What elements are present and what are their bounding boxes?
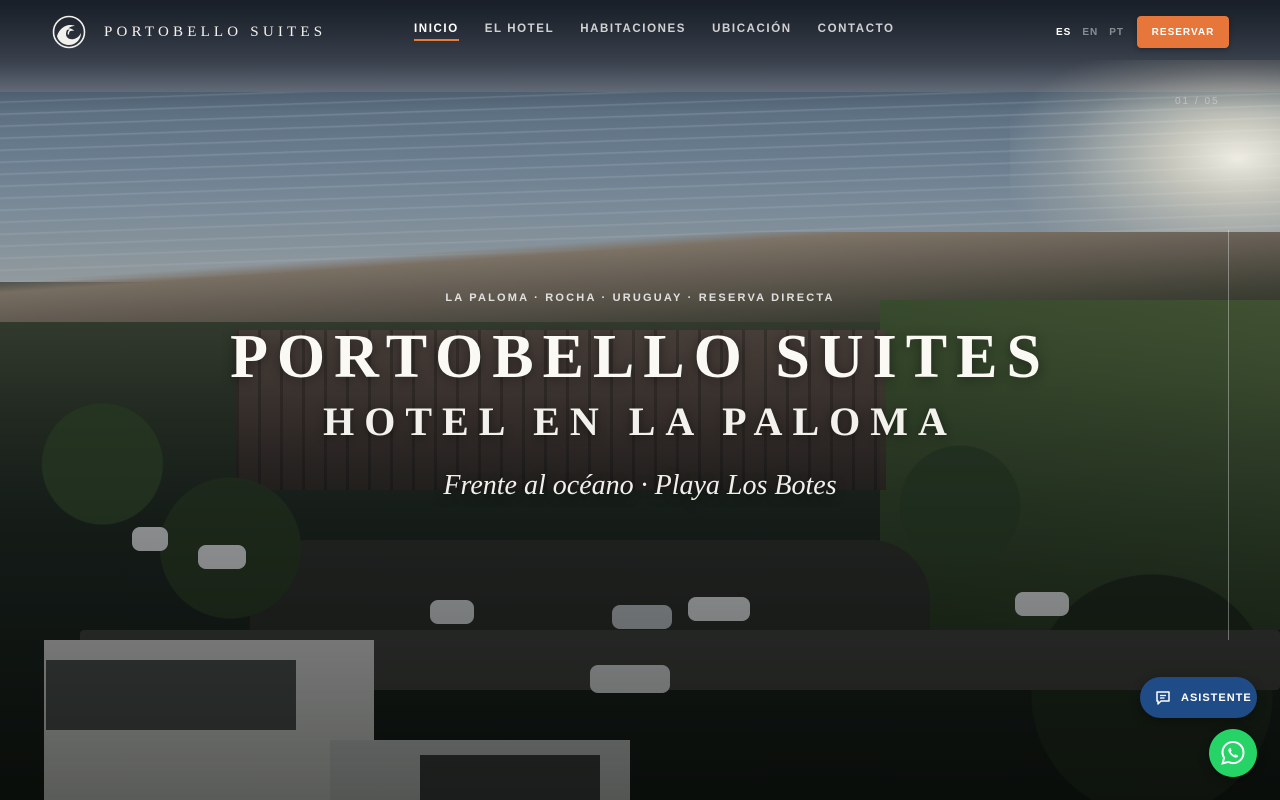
brand-name: PORTOBELLO SUITES [104, 23, 327, 40]
nav-item-inicio[interactable]: INICIO [414, 23, 459, 41]
lang-es[interactable]: ES [1056, 27, 1071, 38]
whatsapp-button[interactable] [1209, 729, 1257, 777]
wave-logo-icon [52, 15, 86, 49]
reserve-button[interactable]: RESERVAR [1137, 16, 1229, 48]
hero-title: PORTOBELLO SUITES [230, 323, 1050, 391]
language-switcher: ES EN PT [1056, 27, 1124, 38]
nav-item-contacto[interactable]: CONTACTO [818, 23, 895, 41]
lang-pt[interactable]: PT [1109, 27, 1124, 38]
hero-section: PORTOBELLO SUITES INICIO EL HOTEL HABITA… [0, 0, 1280, 800]
hero-tagline: Frente al océano · Playa Los Botes [443, 470, 837, 501]
brand-home-link[interactable]: PORTOBELLO SUITES [52, 15, 326, 49]
nav-item-habitaciones[interactable]: HABITACIONES [580, 23, 686, 41]
assistant-button[interactable]: ASISTENTE [1140, 677, 1257, 718]
nav-item-el-hotel[interactable]: EL HOTEL [485, 23, 554, 41]
site-header: PORTOBELLO SUITES INICIO EL HOTEL HABITA… [0, 0, 1280, 64]
slide-counter: 01 / 05 [1175, 96, 1220, 107]
whatsapp-icon [1221, 740, 1245, 765]
main-nav: INICIO EL HOTEL HABITACIONES UBICACIÓN C… [414, 23, 895, 41]
hero-eyebrow: LA PALOMA · ROCHA · URUGUAY · RESERVA DI… [445, 292, 835, 304]
nav-item-ubicacion[interactable]: UBICACIÓN [712, 23, 792, 41]
hero-subtitle: HOTEL EN LA PALOMA [323, 399, 957, 444]
lang-en[interactable]: EN [1082, 27, 1098, 38]
assistant-label: ASISTENTE [1181, 691, 1252, 704]
chat-icon [1156, 690, 1170, 705]
